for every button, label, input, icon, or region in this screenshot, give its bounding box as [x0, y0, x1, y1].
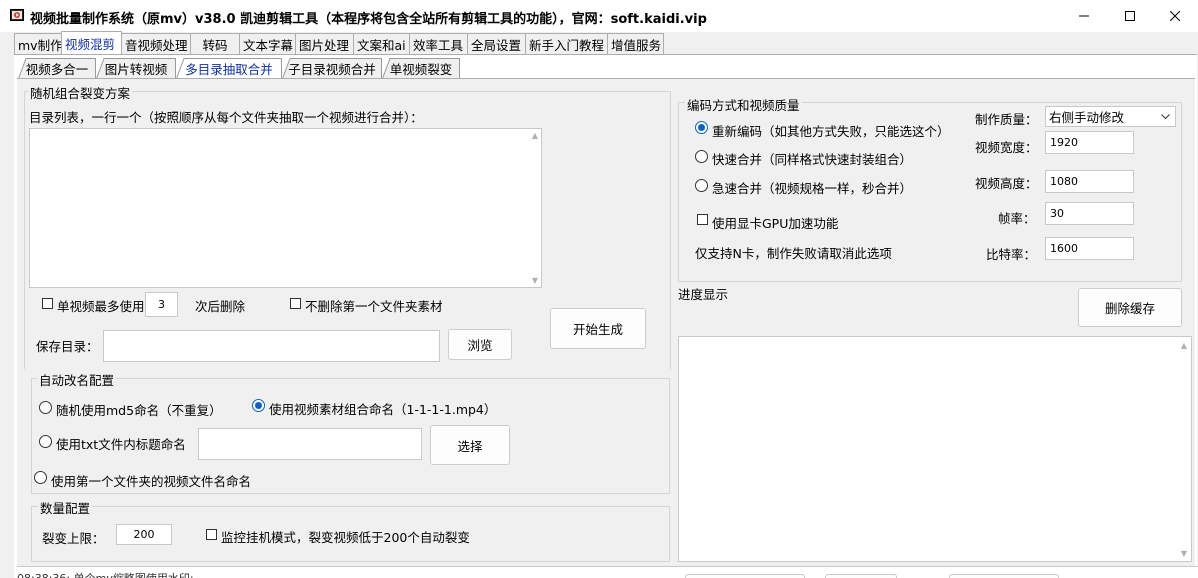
tab-efficiency[interactable]: 效率工具: [409, 33, 468, 54]
save-dir-input[interactable]: [103, 330, 440, 362]
subtab-image-to-video[interactable]: 图片转视频: [96, 58, 176, 79]
status-button-3[interactable]: [949, 574, 1059, 578]
status-text: 08:38:36: 单个mv缩略图使用水印:: [17, 570, 194, 578]
status-button-1[interactable]: [685, 574, 805, 578]
max-use-suffix: 次后删除: [195, 299, 246, 314]
subtab-single-video-fission[interactable]: 单视频裂变: [382, 58, 460, 79]
scroll-up-icon[interactable]: ▲: [1181, 341, 1187, 350]
save-dir-label: 保存目录：: [36, 339, 99, 354]
urgent-merge-label: 急速合并（视频规格一样，秒合并）: [712, 181, 913, 196]
reencode-radio[interactable]: [695, 121, 708, 134]
no-delete-first-checkbox[interactable]: [290, 298, 301, 309]
no-delete-first-label: 不删除第一个文件夹素材: [305, 299, 443, 314]
count-group-title: 数量配置: [38, 498, 93, 517]
fps-label: 帧率：: [998, 211, 1036, 226]
height-input[interactable]: 1080: [1045, 170, 1134, 193]
encode-group-title: 编码方式和视频质量: [685, 95, 802, 114]
subtab-label: 视频多合一: [25, 61, 89, 77]
quality-label: 制作质量：: [975, 112, 1038, 127]
maximize-icon: [1125, 11, 1135, 21]
progress-label: 进度显示: [678, 287, 729, 302]
scroll-down-icon[interactable]: ▼: [532, 276, 538, 285]
maximize-button[interactable]: [1107, 0, 1153, 32]
status-bar: 08:38:36: 单个mv缩略图使用水印:: [17, 566, 1198, 578]
status-button-2[interactable]: [825, 574, 897, 578]
dir-list-label: 目录列表，一行一个（按照顺序从每个文件夹抽取一个视频进行合并）：: [29, 110, 423, 125]
max-use-input[interactable]: 3: [145, 292, 178, 317]
start-generate-button[interactable]: 开始生成: [550, 308, 646, 349]
progress-log: ▲ ▼: [678, 336, 1192, 562]
quality-select[interactable]: 右侧手动修改: [1045, 106, 1176, 127]
rename-group-title: 自动改名配置: [37, 370, 117, 389]
fast-merge-label: 快速合并（同样格式快速封装组合）: [712, 152, 913, 167]
monitor-label: 监控挂机模式，裂变视频低于200个自动裂变: [221, 530, 470, 545]
dir-list-textarea[interactable]: ▲ ▼: [29, 128, 542, 288]
tab-tutorial[interactable]: 新手入门教程: [525, 33, 608, 54]
subtab-subdir-merge[interactable]: 子目录视频合并: [282, 58, 382, 79]
scroll-down-icon[interactable]: ▼: [1181, 549, 1187, 558]
limit-label: 裂变上限：: [42, 531, 105, 546]
height-label: 视频高度：: [975, 176, 1038, 191]
rename-txt-label: 使用txt文件内标题命名: [56, 437, 186, 452]
gpu-note: 仅支持N卡，制作失败请取消此选项: [695, 246, 892, 261]
max-use-checkbox[interactable]: [42, 298, 53, 309]
width-input[interactable]: 1920: [1045, 131, 1134, 154]
rename-md5-label: 随机使用md5命名（不重复）: [56, 403, 222, 418]
scheme-group-title: 随机组合裂变方案: [28, 83, 133, 102]
gpu-checkbox[interactable]: [697, 214, 708, 225]
rename-txt-radio[interactable]: [39, 435, 52, 448]
tab-video-mix[interactable]: 视频混剪: [61, 31, 122, 54]
subtab-label: 图片转视频: [104, 61, 168, 77]
chevron-down-icon: [1161, 114, 1170, 120]
main-tab-strip: mv制作 视频混剪 音视频处理 转码 文本字幕 图片处理 文案和ai 效率工具 …: [14, 31, 664, 54]
clear-cache-button[interactable]: 删除缓存: [1078, 288, 1182, 327]
fps-input[interactable]: 30: [1045, 202, 1134, 225]
gpu-label: 使用显卡GPU加速功能: [712, 216, 839, 231]
rename-md5-radio[interactable]: [39, 401, 52, 414]
bitrate-input[interactable]: 1600: [1045, 237, 1134, 260]
tab-audio-video[interactable]: 音视频处理: [121, 33, 191, 54]
rename-combo-label: 使用视频素材组合命名（1-1-1-1.mp4）: [269, 402, 497, 417]
fast-merge-radio[interactable]: [695, 150, 708, 163]
tab-copywriting-ai[interactable]: 文案和ai: [353, 33, 410, 54]
minimize-icon: [1079, 15, 1089, 17]
tab-image[interactable]: 图片处理: [295, 33, 354, 54]
subtab-label: 单视频裂变: [389, 61, 453, 77]
subtab-label: 多目录抽取合并: [185, 61, 273, 77]
tab-premium[interactable]: 增值服务: [607, 33, 664, 54]
app-icon: [10, 9, 24, 21]
tab-global-settings[interactable]: 全局设置: [467, 33, 526, 54]
browse-button[interactable]: 浏览: [448, 329, 512, 360]
tab-mv[interactable]: mv制作: [14, 33, 63, 54]
rename-first-radio[interactable]: [34, 471, 47, 484]
rename-first-label: 使用第一个文件夹的视频文件名命名: [51, 474, 252, 489]
rename-combo-radio[interactable]: [252, 399, 265, 412]
reencode-label: 重新编码（如其他方式失败，只能选这个）: [712, 124, 950, 139]
title-txt-input[interactable]: [198, 428, 422, 460]
monitor-checkbox[interactable]: [206, 529, 217, 540]
close-icon: [1170, 11, 1180, 21]
tab-transcode[interactable]: 转码: [190, 33, 240, 54]
urgent-merge-radio[interactable]: [695, 179, 708, 192]
window-title: 视频批量制作系统（原mv）v38.0 凯迪剪辑工具（本程序将包含全站所有剪辑工具…: [30, 12, 707, 27]
width-label: 视频宽度：: [975, 140, 1038, 155]
minimize-button[interactable]: [1061, 0, 1107, 32]
subtab-multi-dir-merge[interactable]: 多目录抽取合并: [176, 58, 282, 79]
subtab-video-all-in-one[interactable]: 视频多合一: [18, 58, 96, 79]
title-bar: 视频批量制作系统（原mv）v38.0 凯迪剪辑工具（本程序将包含全站所有剪辑工具…: [0, 0, 1198, 32]
limit-input[interactable]: 200: [116, 524, 172, 545]
scroll-up-icon[interactable]: ▲: [532, 131, 538, 140]
bitrate-label: 比特率：: [986, 247, 1037, 262]
subtab-label: 子目录视频合并: [288, 61, 376, 77]
tab-subtitles[interactable]: 文本字幕: [239, 33, 296, 54]
quality-value: 右侧手动修改: [1049, 110, 1125, 125]
select-button[interactable]: 选择: [430, 425, 510, 465]
close-button[interactable]: [1152, 0, 1198, 32]
max-use-label: 单视频最多使用: [57, 299, 145, 314]
